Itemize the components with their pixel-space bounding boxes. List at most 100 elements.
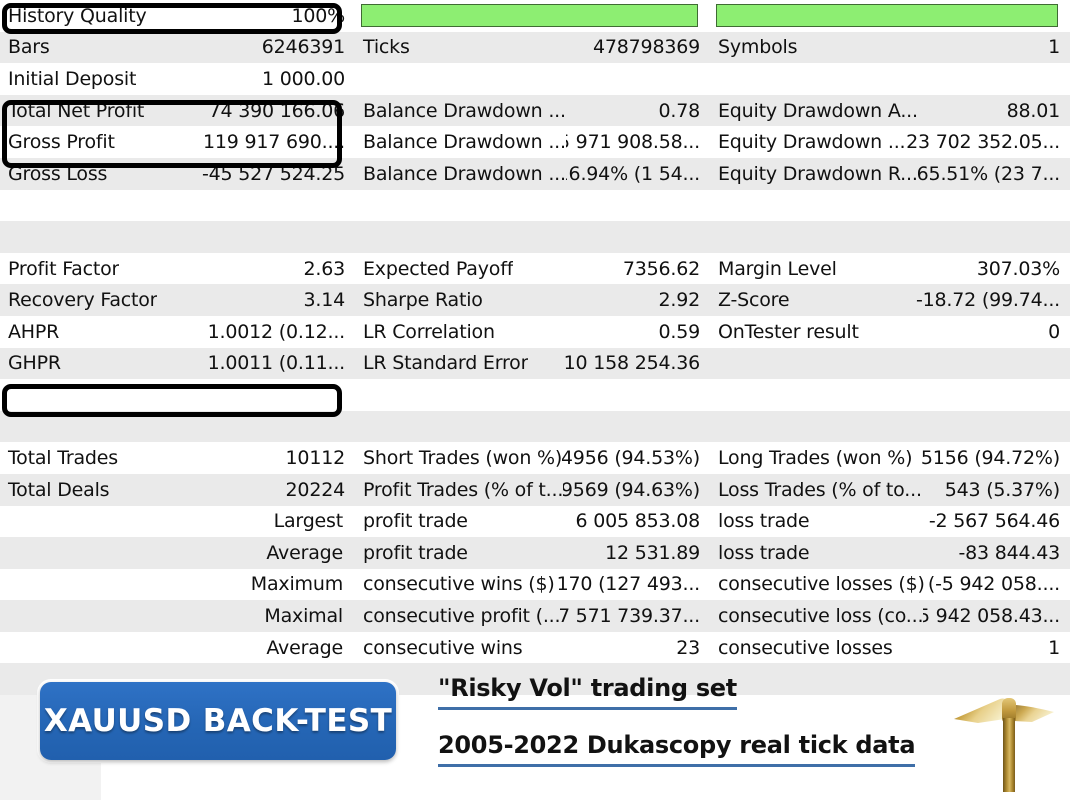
table-cell-col3 bbox=[710, 221, 1070, 253]
table-cell-col1 bbox=[0, 411, 355, 443]
row-label: Gross Loss bbox=[8, 162, 108, 185]
table-cell-col2: Balance Drawdown ... 16.94% (1 54... bbox=[355, 158, 710, 190]
table-row[interactable]: Maximum consecutive wins ($) 170 (127 493.… bbox=[0, 568, 1070, 601]
row-label bbox=[0, 411, 8, 443]
row-value bbox=[363, 411, 710, 443]
table-row[interactable]: Profit Factor 2.63 Expected Payoff 7356.62 M… bbox=[0, 252, 1070, 285]
table-cell-col1: Total Deals 20224 bbox=[0, 474, 355, 506]
row-label: Gross Profit bbox=[8, 131, 115, 154]
row-value: 20224 bbox=[285, 478, 346, 501]
table-cell-col3: loss trade -83 844.43 bbox=[710, 537, 1070, 569]
row-value bbox=[363, 63, 710, 95]
row-value bbox=[8, 221, 355, 253]
xauusd-backtest-badge[interactable]: XAUUSD BACK-TEST bbox=[40, 682, 396, 760]
row-label: Largest bbox=[273, 510, 344, 533]
table-row[interactable]: Total Trades 10112 Short Trades (won %) 495… bbox=[0, 442, 1070, 474]
row-label: loss trade bbox=[718, 510, 810, 533]
row-value: -45 527 524.25 bbox=[201, 162, 345, 185]
history-quality-bar-wrap bbox=[710, 0, 1070, 32]
history-quality-bar-wrap bbox=[355, 0, 710, 32]
row-value: 7356.62 bbox=[622, 257, 700, 280]
badge-label: XAUUSD BACK-TEST bbox=[43, 703, 393, 739]
row-label: Initial Deposit bbox=[8, 67, 137, 90]
table-row[interactable]: Total Deals 20224 Profit Trades (% of t...… bbox=[0, 473, 1070, 506]
headline-2-wrap: 2005-2022 Dukascopy real tick data bbox=[438, 731, 938, 767]
row-label bbox=[710, 411, 718, 443]
table-cell-col1 bbox=[0, 379, 355, 411]
row-value: 6246391 bbox=[261, 36, 345, 59]
table-cell-col2 bbox=[355, 411, 710, 443]
table-row[interactable] bbox=[0, 221, 1070, 253]
table-cell-col2: Balance Drawdown ... 0.78 bbox=[355, 95, 710, 127]
table-row[interactable] bbox=[0, 410, 1070, 443]
row-label: Balance Drawdown ... bbox=[363, 162, 566, 185]
table-cell-col2: Balance Drawdown ... 5 971 908.58... bbox=[355, 126, 710, 158]
row-label: OnTester result bbox=[718, 320, 859, 343]
bottom-banner: XAUUSD BACK-TEST "Risky Vol" trading set… bbox=[0, 636, 1070, 800]
row-label bbox=[355, 221, 363, 253]
table-cell-col3: Equity Drawdown R... 65.51% (23 7... bbox=[710, 158, 1070, 190]
table-row[interactable]: Total Net Profit 74 390 166.06 Balance Dra… bbox=[0, 94, 1070, 127]
row-value: 100% bbox=[291, 4, 345, 27]
table-cell-col3 bbox=[710, 379, 1070, 411]
table-cell-col3: Equity Drawdown A... 88.01 bbox=[710, 95, 1070, 127]
row-value: 3 (-5 942 058.... bbox=[924, 573, 1060, 596]
row-label bbox=[710, 379, 718, 411]
table-cell-col3: Long Trades (won %) 5156 (94.72%) bbox=[710, 442, 1070, 474]
table-cell-col2 bbox=[355, 63, 710, 95]
row-label bbox=[355, 63, 363, 95]
row-value bbox=[8, 190, 355, 222]
headline-trading-set: "Risky Vol" trading set bbox=[438, 674, 737, 710]
headline-1-wrap: "Risky Vol" trading set bbox=[438, 674, 938, 710]
row-value: -18.72 (99.74... bbox=[915, 289, 1060, 312]
row-label: Long Trades (won %) bbox=[718, 447, 913, 470]
row-value: 1 bbox=[1048, 36, 1060, 59]
row-value: 1.0011 (0.11... bbox=[207, 352, 346, 375]
table-cell-col3: Loss Trades (% of to... 543 (5.37%) bbox=[710, 474, 1070, 506]
table-cell-col3 bbox=[710, 0, 1070, 32]
table-cell-col1: Initial Deposit 1 000.00 bbox=[0, 63, 355, 95]
table-cell-col2: Sharpe Ratio 2.92 bbox=[355, 284, 710, 316]
table-row[interactable] bbox=[0, 189, 1070, 222]
row-label: profit trade bbox=[363, 510, 468, 533]
strategy-tester-report-table: History Quality 100% Bars 6246391 Ticks 47879… bbox=[0, 0, 1070, 696]
table-row[interactable]: Average profit trade 12 531.89 loss trade -8… bbox=[0, 537, 1070, 569]
row-value bbox=[363, 221, 710, 253]
table-row[interactable]: Maximal consecutive profit (... 7 571 739.… bbox=[0, 600, 1070, 632]
table-row[interactable]: Gross Loss -45 527 524.25 Balance Drawdown… bbox=[0, 157, 1070, 190]
row-value bbox=[718, 63, 1070, 95]
table-row[interactable]: Bars 6246391 Ticks 478798369 Symbols 1 bbox=[0, 31, 1070, 64]
table-row[interactable] bbox=[0, 379, 1070, 411]
row-label: Expected Payoff bbox=[363, 257, 514, 280]
table-cell-col1: Total Net Profit 74 390 166.06 bbox=[0, 95, 355, 127]
row-label: Equity Drawdown R... bbox=[718, 162, 918, 185]
row-label bbox=[355, 411, 363, 443]
table-row[interactable]: GHPR 1.0011 (0.11... LR Standard Error 10 1… bbox=[0, 347, 1070, 380]
row-label: Balance Drawdown ... bbox=[363, 99, 566, 122]
table-row[interactable]: Largest profit trade 6 005 853.08 loss trad… bbox=[0, 505, 1070, 538]
table-row[interactable]: Gross Profit 119 917 690.... Balance Drawd… bbox=[0, 126, 1070, 158]
table-row[interactable]: Initial Deposit 1 000.00 bbox=[0, 63, 1070, 95]
row-value: 0.78 bbox=[658, 99, 700, 122]
row-label: Maximum bbox=[250, 573, 343, 596]
row-label: consecutive loss (co... bbox=[718, 605, 924, 628]
row-label: Sharpe Ratio bbox=[363, 289, 483, 312]
row-value: 65.51% (23 7... bbox=[917, 162, 1060, 185]
row-label bbox=[710, 63, 718, 95]
headlines: "Risky Vol" trading set 2005-2022 Dukasc… bbox=[438, 674, 938, 767]
table-cell-col1 bbox=[0, 221, 355, 253]
history-quality-bar bbox=[361, 4, 698, 28]
row-value: 3.14 bbox=[303, 289, 345, 312]
row-label bbox=[710, 221, 718, 253]
table-row[interactable]: Recovery Factor 3.14 Sharpe Ratio 2.92 Z-Sco… bbox=[0, 284, 1070, 316]
row-value: 10 158 254.36 bbox=[563, 352, 701, 375]
row-label: Z-Score bbox=[718, 289, 790, 312]
row-label: Short Trades (won %) bbox=[363, 447, 563, 470]
row-label: History Quality bbox=[8, 4, 147, 27]
row-value: 307.03% bbox=[976, 257, 1060, 280]
table-row[interactable]: AHPR 1.0012 (0.12... LR Correlation 0.59 OnT… bbox=[0, 315, 1070, 348]
table-row[interactable]: History Quality 100% bbox=[0, 0, 1070, 32]
row-label: Profit Factor bbox=[8, 257, 120, 280]
row-value bbox=[718, 190, 1070, 222]
table-cell-col3: Symbols 1 bbox=[710, 32, 1070, 64]
